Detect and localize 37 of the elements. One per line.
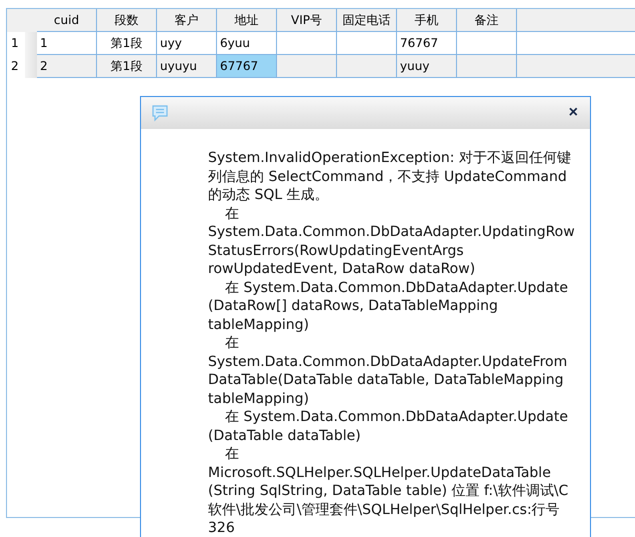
column-header[interactable]: 地址 [217,9,277,32]
table-cell[interactable]: uyuyu [157,55,217,78]
error-message-line: System.Data.Common.DbDataAdapter.UpdateFrom [208,352,568,371]
error-message-line: 在 [224,445,240,464]
column-header[interactable]: 手机 [397,9,457,32]
error-message-line: 列信息的 SelectCommand，不支持 UpdateCommand [208,168,568,186]
error-message-line: tableMapping) [208,390,310,408]
column-header[interactable]: VIP号 [277,9,337,32]
column-header[interactable]: 备注 [457,9,517,32]
error-message-line: (DataTable dataTable) [208,426,362,445]
error-message-line: StatusErrors(RowUpdatingEventArgs [208,242,465,260]
error-message-line: tableMapping) [208,316,310,334]
error-message-line: 在 [224,334,240,352]
table-cell[interactable]: 第1段 [97,55,157,78]
row-header[interactable]: 2 [7,55,37,78]
column-header[interactable]: 客户 [157,9,217,32]
column-header[interactable]: cuid [37,9,97,32]
error-message-line: 软件\批发公司\管理套件\SQLHelper\SqlHelper.cs:行号 [208,500,561,519]
column-header[interactable]: 固定电话 [337,9,397,32]
column-header[interactable]: 段数 [97,9,157,32]
error-message-line: (String SqlString, DataTable table) 位置 f:\软件调试\C [208,482,570,500]
error-message-line: DataTable(DataTable dataTable, DataTableMapping [208,371,565,390]
error-message-line: 的动态 SQL 生成。 [208,186,330,204]
error-message-line: 326 [208,519,236,537]
error-message-line: 在 [224,204,240,223]
error-message-line: Microsoft.SQLHelper.SQLHelper.UpdateDataTable [208,464,552,482]
table-cell[interactable]: 67767 [217,55,277,78]
table-cell[interactable]: yuuy [397,55,457,78]
row-header[interactable]: 1 [7,32,37,55]
table-cell[interactable]: 2 [37,55,97,78]
error-message-line: (DataRow[] dataRows, DataTableMapping [208,297,499,316]
close-button[interactable]: × [566,104,580,122]
error-message-line: 在 System.Data.Common.DbDataAdapter.Update [224,408,569,426]
error-message-line: System.InvalidOperationException: 对于不返回任何键 [208,149,572,168]
error-message-line: System.Data.Common.DbDataAdapter.UpdatingRow [208,223,576,242]
error-message-line: rowUpdatedEvent, DataRow dataRow) [208,260,476,278]
error-message-line: 在 System.Data.Common.DbDataAdapter.Update [224,278,569,297]
